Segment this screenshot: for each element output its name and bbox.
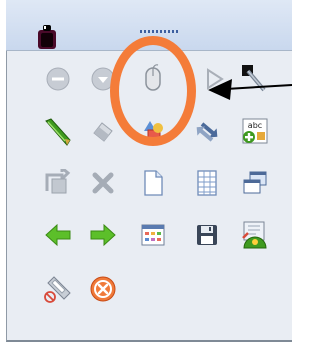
- diamond-outline-button[interactable]: [198, 62, 232, 96]
- diamond-outline-icon: [207, 68, 224, 90]
- new-page-icon: [144, 170, 163, 196]
- spellcheck-add-icon: abc: [242, 118, 268, 144]
- swap-arrows-button[interactable]: [190, 115, 224, 149]
- black-square-brush-button[interactable]: [236, 62, 270, 96]
- green-pen-icon: [45, 118, 71, 146]
- green-pen-button[interactable]: [41, 115, 75, 149]
- calendar-grid-icon: [141, 224, 165, 246]
- spreadsheet-icon: [197, 170, 217, 196]
- forward-arrow-button[interactable]: [86, 218, 120, 252]
- new-page-button[interactable]: [136, 166, 170, 200]
- eraser-icon: [93, 122, 113, 142]
- minus-circle-button[interactable]: [41, 62, 75, 96]
- minus-circle-icon: [46, 67, 70, 91]
- spreadsheet-button[interactable]: [190, 166, 224, 200]
- mouse-icon: [145, 64, 161, 91]
- mobile-phone-button[interactable]: [41, 272, 75, 306]
- rotate-page-button[interactable]: [41, 166, 75, 200]
- delete-x-button[interactable]: [86, 166, 120, 200]
- drag-grip[interactable]: [140, 30, 180, 33]
- spellcheck-add-button[interactable]: abc: [238, 115, 272, 149]
- floppy-disk-icon: [197, 225, 217, 245]
- dropdown-circle-button[interactable]: [86, 62, 120, 96]
- rotate-page-icon: [45, 169, 71, 194]
- delete-x-icon: [92, 172, 114, 194]
- close-red-circle-icon: [90, 276, 116, 302]
- black-square-brush-icon: [242, 65, 266, 92]
- arrow-right-icon: [90, 223, 116, 247]
- swap-arrows-icon: [196, 122, 218, 142]
- multi-window-button[interactable]: [238, 166, 272, 200]
- eraser-button[interactable]: [86, 115, 120, 149]
- abc-label: abc: [248, 121, 262, 130]
- close-red-circle-button[interactable]: [86, 272, 120, 306]
- mouse-button[interactable]: [136, 62, 170, 96]
- shapes-button[interactable]: [136, 115, 170, 149]
- shapes-icon: [144, 121, 163, 143]
- back-arrow-button[interactable]: [41, 218, 75, 252]
- multi-window-icon: [243, 171, 267, 194]
- dropdown-circle-icon: [91, 67, 115, 91]
- mobile-phone-icon: [44, 276, 71, 303]
- screen-capture-icon: [242, 221, 267, 249]
- arrow-left-icon: [45, 223, 71, 247]
- app-icon: [38, 25, 56, 49]
- save-button[interactable]: [190, 218, 224, 252]
- screen-capture-button[interactable]: [238, 218, 272, 252]
- calendar-grid-button[interactable]: [136, 218, 170, 252]
